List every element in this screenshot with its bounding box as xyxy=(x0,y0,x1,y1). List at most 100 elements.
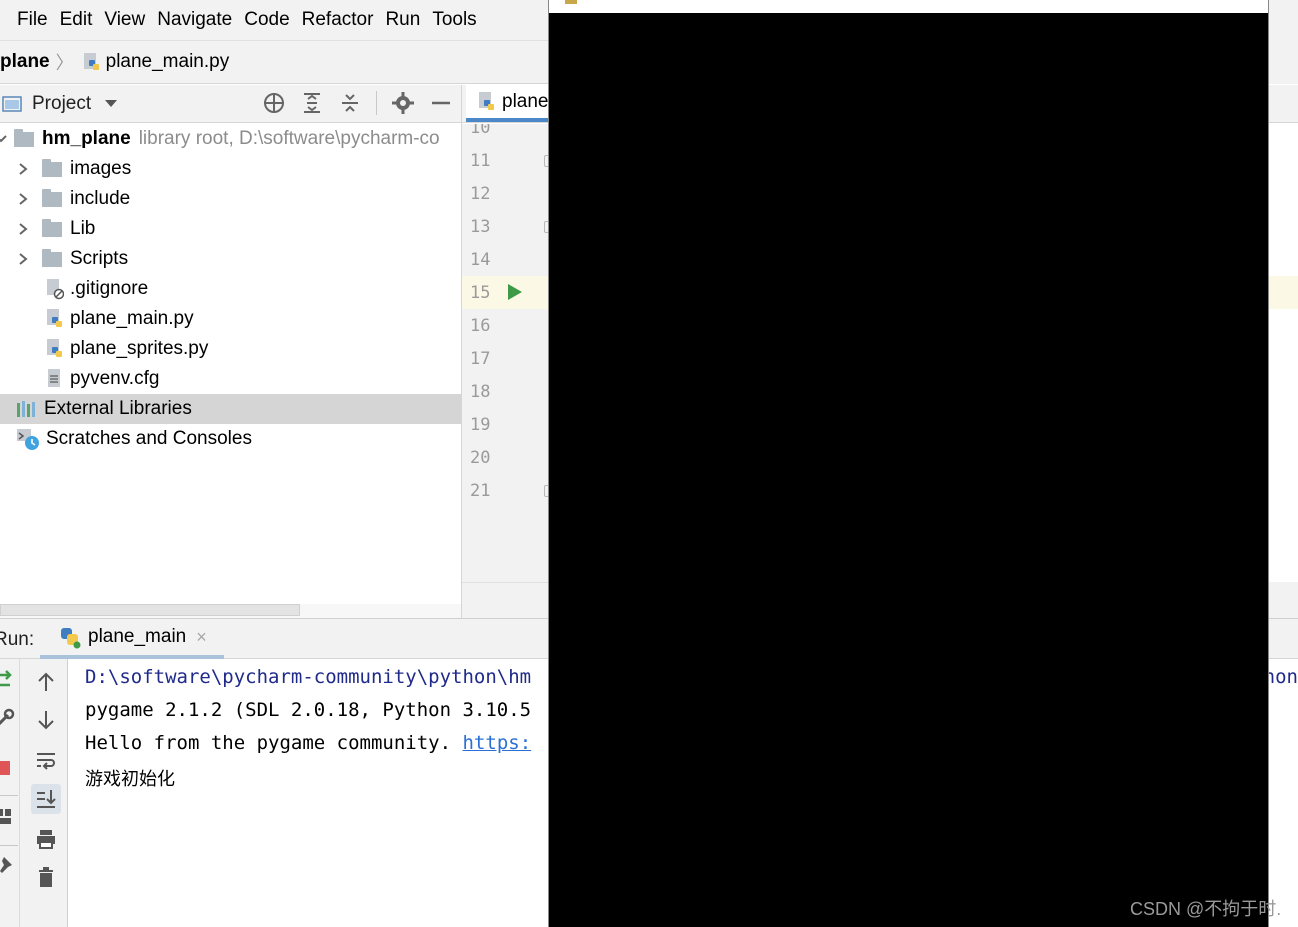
toolbar-divider xyxy=(0,795,18,796)
tree-root-hm-plane[interactable]: hm_plane library root, D:\software\pycha… xyxy=(0,124,461,154)
run-tab-plane-main[interactable]: plane_main × xyxy=(40,619,224,659)
project-horizontal-scrollbar[interactable] xyxy=(0,604,300,616)
run-gutter-icon[interactable] xyxy=(508,284,522,300)
text-file-icon xyxy=(48,369,60,387)
scratches-icon xyxy=(17,429,39,450)
tree-item-plane-main[interactable]: plane_main.py xyxy=(0,304,461,334)
tree-item-plane-sprites[interactable]: plane_sprites.py xyxy=(0,334,461,364)
scroll-to-end-icon[interactable] xyxy=(31,784,61,814)
line-number: 12 xyxy=(470,184,491,204)
tree-item-images[interactable]: images xyxy=(0,154,461,184)
project-window-icon xyxy=(2,95,22,112)
console-line-hello: Hello from the pygame community. https: xyxy=(85,732,531,754)
soft-wrap-icon[interactable] xyxy=(31,745,61,775)
python-run-icon xyxy=(61,628,81,649)
editor-tab-label: plane xyxy=(502,90,549,112)
folder-icon xyxy=(42,248,62,267)
breadcrumb-file[interactable]: plane_main.py xyxy=(106,51,230,73)
project-tree: hm_plane library root, D:\software\pycha… xyxy=(0,124,461,604)
breadcrumb-project[interactable]: plane xyxy=(0,51,50,73)
line-number: 11 xyxy=(470,151,491,171)
stop-icon[interactable] xyxy=(0,761,10,775)
collapse-all-icon[interactable] xyxy=(338,91,362,115)
console-line-pygame: pygame 2.1.2 (SDL 2.0.18, Python 3.10.5 xyxy=(85,699,532,721)
minimize-icon[interactable] xyxy=(429,91,453,115)
trash-icon[interactable] xyxy=(31,862,61,892)
editor-tab-plane-main[interactable]: plane xyxy=(466,85,556,122)
folder-icon xyxy=(42,158,62,177)
gear-icon[interactable] xyxy=(391,91,415,115)
pygame-window[interactable] xyxy=(548,0,1269,927)
tree-item-label: External Libraries xyxy=(44,398,192,419)
menu-refactor[interactable]: Refactor xyxy=(302,9,374,31)
expand-all-icon[interactable] xyxy=(300,91,324,115)
tree-item-label: pyvenv.cfg xyxy=(70,368,160,389)
python-file-icon xyxy=(47,339,62,357)
run-left-toolbar xyxy=(0,659,20,927)
tree-item-scratches[interactable]: Scratches and Consoles xyxy=(0,424,461,454)
line-number: 16 xyxy=(470,316,491,336)
menu-tools[interactable]: Tools xyxy=(432,9,476,31)
folder-icon xyxy=(42,188,62,207)
ide-right-background xyxy=(1269,0,1298,84)
python-file-icon xyxy=(83,53,99,70)
chevron-down-icon[interactable] xyxy=(0,132,8,146)
pygame-window-icon xyxy=(565,0,577,4)
tree-root-meta: library root, D:\software\pycharm-co xyxy=(138,128,440,149)
line-number: 21 xyxy=(470,481,491,501)
toolbar-divider xyxy=(0,845,18,846)
up-arrow-icon[interactable] xyxy=(31,667,61,697)
locate-icon[interactable] xyxy=(262,91,286,115)
pygame-game-surface[interactable] xyxy=(549,13,1268,927)
project-toolwindow-header: Project xyxy=(0,85,461,123)
ide-right-tab-bar xyxy=(1269,85,1298,123)
menu-edit[interactable]: Edit xyxy=(60,9,93,31)
console-line-path: D:\software\pycharm-community\python\hm xyxy=(85,666,532,688)
console-hello-link[interactable]: https: xyxy=(463,732,532,754)
tree-item-label: .gitignore xyxy=(70,278,149,299)
tree-item-external-libraries[interactable]: External Libraries xyxy=(0,394,461,424)
folder-icon xyxy=(42,218,62,237)
watermark-text: CSDN @不拘于时. xyxy=(1130,899,1282,919)
console-line-game-init: 游戏初始化 xyxy=(85,769,175,790)
editor-gutter: 10 11 12 13 14 15 16 17 18 19 20 21 xyxy=(462,124,548,582)
line-number: 18 xyxy=(470,382,491,402)
line-number: 13 xyxy=(470,217,491,237)
menu-file[interactable]: File xyxy=(17,9,48,31)
python-file-icon xyxy=(479,91,494,110)
tree-item-gitignore[interactable]: .gitignore xyxy=(0,274,461,304)
tree-item-include[interactable]: include xyxy=(0,184,461,214)
editor-tab-bar: plane xyxy=(462,85,556,123)
tree-item-pyvenv[interactable]: pyvenv.cfg xyxy=(0,364,461,394)
tree-item-label: images xyxy=(70,158,132,179)
tree-item-label: Scripts xyxy=(70,248,129,269)
menu-bar: File Edit View Navigate Code Refactor Ru… xyxy=(0,0,548,40)
menu-run[interactable]: Run xyxy=(385,9,420,31)
tree-item-label: Scratches and Consoles xyxy=(46,428,252,449)
menu-view[interactable]: View xyxy=(104,9,145,31)
pin-icon[interactable] xyxy=(0,855,14,877)
chevron-right-icon[interactable] xyxy=(16,192,30,206)
breadcrumb: plane 〉 plane_main.py xyxy=(0,40,548,84)
chevron-down-icon[interactable] xyxy=(105,100,118,107)
library-icon xyxy=(17,401,35,417)
tree-item-label: plane_sprites.py xyxy=(70,338,209,359)
rerun-icon[interactable] xyxy=(0,669,16,693)
python-file-icon xyxy=(47,309,62,327)
close-icon[interactable]: × xyxy=(196,627,207,648)
tree-item-lib[interactable]: Lib xyxy=(0,214,461,244)
menu-navigate[interactable]: Navigate xyxy=(157,9,232,31)
run-console-toolbar xyxy=(20,659,68,927)
layout-icon[interactable] xyxy=(0,807,14,827)
down-arrow-icon[interactable] xyxy=(31,705,61,735)
menu-code[interactable]: Code xyxy=(244,9,289,31)
chevron-right-icon[interactable] xyxy=(16,222,30,236)
pygame-window-titlebar[interactable] xyxy=(549,0,1268,13)
wrench-icon[interactable] xyxy=(0,707,16,729)
tree-item-scripts[interactable]: Scripts xyxy=(0,244,461,274)
chevron-right-icon[interactable] xyxy=(16,252,30,266)
line-number: 14 xyxy=(470,250,491,270)
print-icon[interactable] xyxy=(31,824,61,854)
chevron-right-icon[interactable] xyxy=(16,162,30,176)
project-panel-title[interactable]: Project xyxy=(32,93,91,115)
